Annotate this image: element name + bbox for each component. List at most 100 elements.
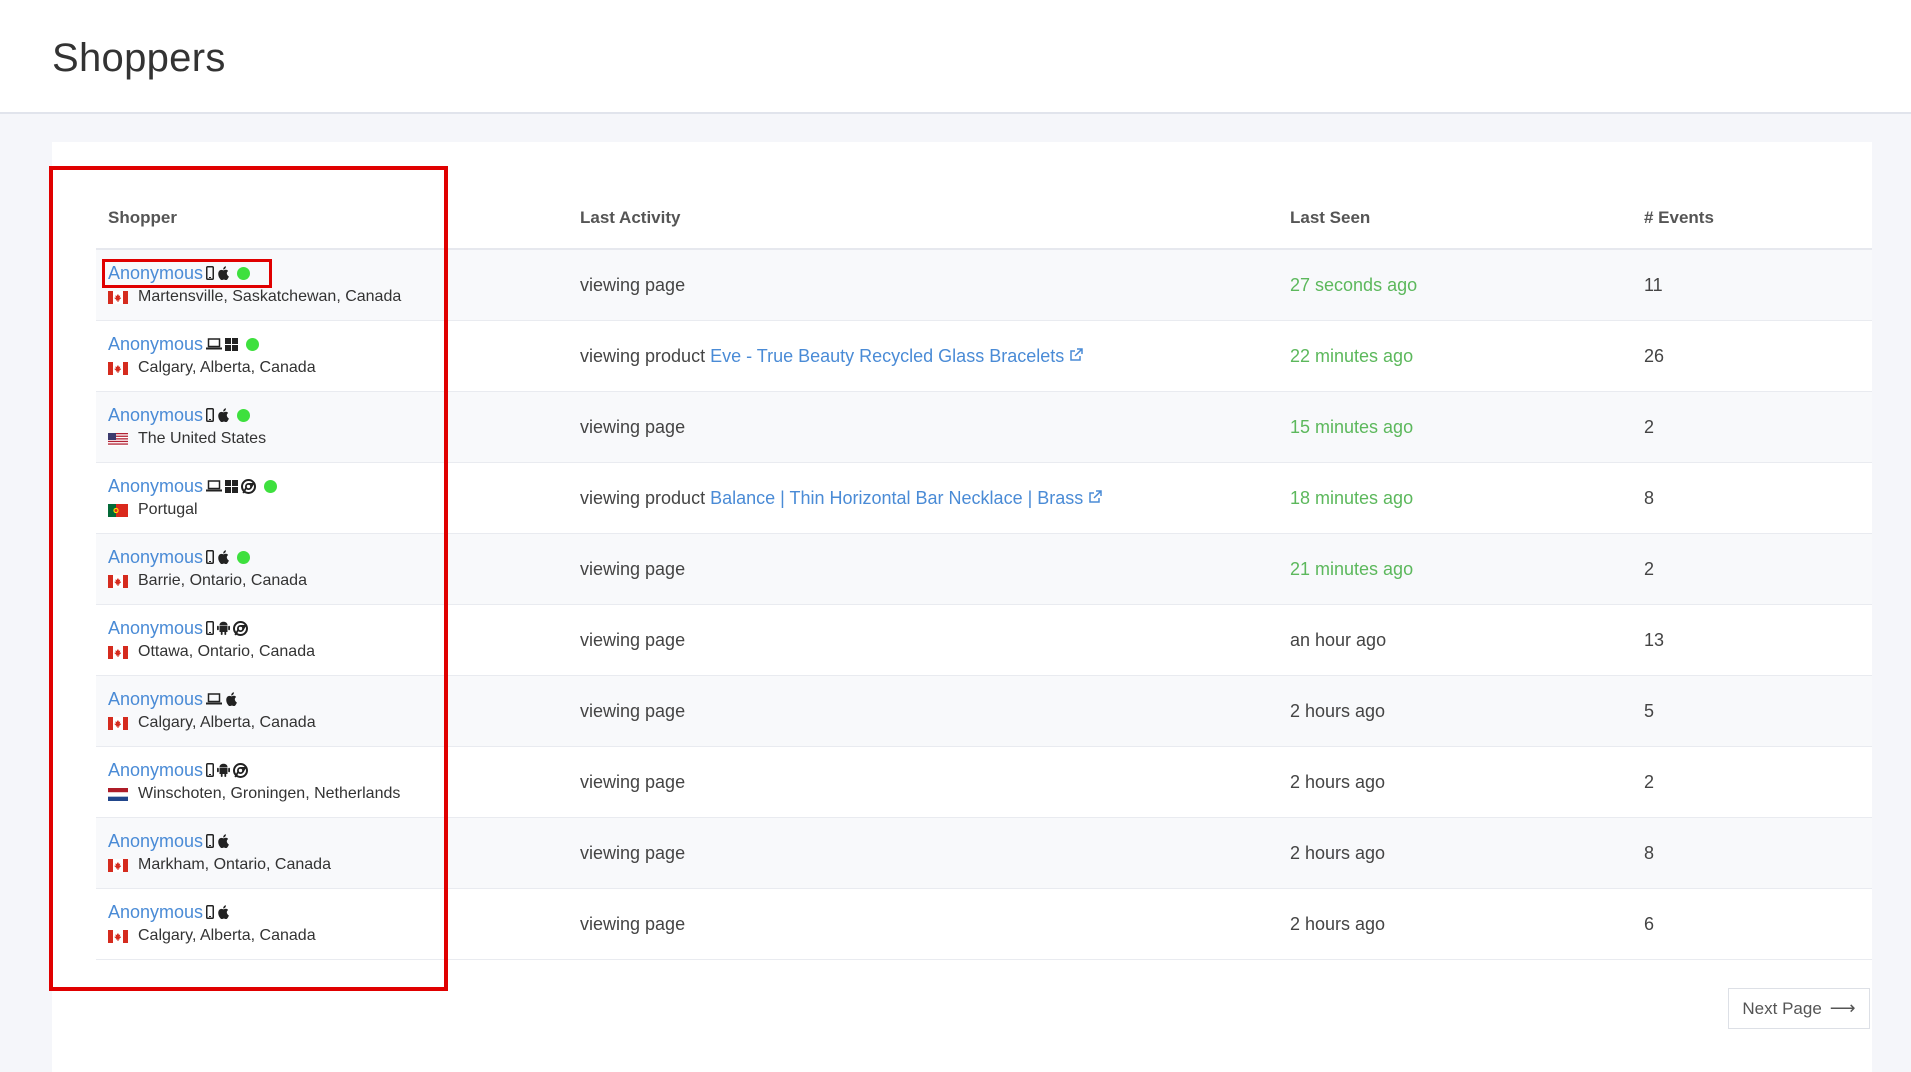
shoppers-table: Shopper Last Activity Last Seen # Events… (96, 190, 1872, 960)
online-status-dot (237, 550, 251, 564)
table-row: Anonymous Martensville, Saskatchewan, Can… (96, 250, 1872, 321)
table-header: Shopper Last Activity Last Seen # Events (96, 190, 1872, 250)
shopper-location: Barrie, Ontario, Canada (108, 572, 528, 590)
chrome-icon (233, 619, 249, 637)
activity-text: viewing page (580, 559, 686, 579)
table-row: Anonymous Calgary, Alberta, Canada viewing… (96, 321, 1872, 392)
shopper-identity: Anonymous (108, 333, 528, 355)
shopper-name-link[interactable]: Anonymous (108, 263, 203, 284)
header-last-seen: Last Seen (1290, 208, 1371, 227)
header-shopper: Shopper (108, 208, 177, 227)
activity-text: viewing page (580, 275, 686, 295)
shopper-name-link[interactable]: Anonymous (108, 476, 203, 497)
activity-text: viewing product (580, 346, 706, 366)
shopper-location: Ottawa, Ontario, Canada (108, 643, 528, 661)
events-count-cell: 2 (1644, 417, 1655, 437)
table-body: Anonymous Martensville, Saskatchewan, Can… (96, 250, 1872, 960)
last-activity-cell: viewing product Eve - True Beauty Recycle… (580, 321, 1083, 392)
last-seen-cell: 2 hours ago (1290, 843, 1386, 863)
events-count-cell: 2 (1644, 772, 1655, 792)
last-activity-cell: viewing page (580, 818, 685, 889)
flag-ca-icon (108, 361, 128, 375)
activity-text: viewing page (580, 772, 686, 792)
shopper-location: Martensville, Saskatchewan, Canada (108, 288, 528, 306)
laptop-icon (206, 477, 223, 495)
flag-ca-icon (108, 858, 128, 872)
last-activity-cell: viewing page (580, 889, 685, 960)
last-seen-cell: 15 minutes ago (1290, 417, 1414, 437)
external-link-icon[interactable] (1069, 346, 1083, 367)
product-link[interactable]: Balance | Thin Horizontal Bar Necklace |… (710, 488, 1083, 509)
phone-icon (206, 548, 215, 566)
events-count-cell: 13 (1644, 630, 1665, 650)
shopper-cell: Anonymous Winschoten, Groningen, Netherla… (108, 759, 528, 803)
shopper-name-link[interactable]: Anonymous (108, 760, 203, 781)
flag-ca-icon (108, 929, 128, 943)
external-link-icon[interactable] (1088, 488, 1103, 509)
windows-icon (225, 335, 239, 353)
last-seen-cell: an hour ago (1290, 630, 1387, 650)
location-text: Calgary, Alberta, Canada (138, 359, 316, 376)
shopper-location: Markham, Ontario, Canada (108, 856, 528, 874)
phone-icon (206, 406, 215, 424)
shopper-identity: Anonymous (108, 617, 528, 639)
laptop-icon (206, 690, 223, 708)
phone-icon (206, 619, 215, 637)
events-count-cell: 6 (1644, 914, 1655, 934)
shopper-cell: Anonymous Portugal (108, 475, 528, 519)
shopper-location: The United States (108, 430, 528, 448)
shopper-location: Calgary, Alberta, Canada (108, 927, 528, 945)
shopper-cell: Anonymous Barrie, Ontario, Canada (108, 546, 528, 590)
page-title: Shoppers (52, 36, 226, 80)
flag-ca-icon (108, 290, 128, 304)
shopper-name-link[interactable]: Anonymous (108, 831, 203, 852)
online-status-dot (237, 266, 251, 280)
last-activity-cell: viewing page (580, 605, 685, 676)
shopper-cell: Anonymous Martensville, Saskatchewan, Can… (108, 262, 528, 306)
next-page-button[interactable]: Next Page ⟶ (1728, 988, 1870, 1029)
shopper-name-link[interactable]: Anonymous (108, 334, 203, 355)
product-link[interactable]: Eve - True Beauty Recycled Glass Bracele… (710, 346, 1064, 367)
table-row: Anonymous Calgary, Alberta, Canada viewing… (96, 676, 1872, 747)
shopper-cell: Anonymous Calgary, Alberta, Canada (108, 688, 528, 732)
shopper-name-link[interactable]: Anonymous (108, 902, 203, 923)
last-activity-cell: viewing page (580, 676, 685, 747)
shopper-name-link[interactable]: Anonymous (108, 547, 203, 568)
location-text: Barrie, Ontario, Canada (138, 572, 307, 589)
table-row: Anonymous The United States viewing page 15… (96, 392, 1872, 463)
shopper-name-link[interactable]: Anonymous (108, 405, 203, 426)
table-row: Anonymous Portugal viewing product Balance … (96, 463, 1872, 534)
last-seen-cell: 2 hours ago (1290, 772, 1386, 792)
flag-us-icon (108, 432, 128, 446)
shopper-name-link[interactable]: Anonymous (108, 618, 203, 639)
events-count-cell: 11 (1644, 275, 1663, 295)
last-activity-cell: viewing page (580, 392, 685, 463)
table-row: Anonymous Calgary, Alberta, Canada viewing… (96, 889, 1872, 960)
header-events: # Events (1644, 208, 1714, 227)
shopper-location: Calgary, Alberta, Canada (108, 359, 528, 377)
last-activity-cell: viewing page (580, 250, 685, 321)
activity-text: viewing page (580, 701, 686, 721)
last-activity-cell: viewing page (580, 534, 685, 605)
shopper-identity: Anonymous (108, 830, 528, 852)
android-icon (217, 761, 231, 779)
shopper-name-link[interactable]: Anonymous (108, 689, 203, 710)
chrome-icon (233, 761, 249, 779)
location-text: Ottawa, Ontario, Canada (138, 643, 315, 660)
events-count-cell: 5 (1644, 701, 1655, 721)
flag-pt-icon (108, 503, 128, 517)
shopper-identity: Anonymous (108, 475, 528, 497)
apple-icon (217, 548, 229, 566)
table-row: Anonymous Ottawa, Ontario, Canada viewing … (96, 605, 1872, 676)
activity-text: viewing page (580, 914, 686, 934)
shopper-identity: Anonymous (108, 404, 528, 426)
shopper-identity: Anonymous (108, 759, 528, 781)
phone-icon (206, 264, 215, 282)
last-activity-cell: viewing product Balance | Thin Horizontal… (580, 463, 1103, 534)
location-text: Calgary, Alberta, Canada (138, 714, 316, 731)
phone-icon (206, 761, 215, 779)
shopper-cell: Anonymous The United States (108, 404, 528, 448)
events-count-cell: 8 (1644, 488, 1655, 508)
header-last-activity: Last Activity (580, 208, 681, 227)
last-seen-cell: 21 minutes ago (1290, 559, 1414, 579)
